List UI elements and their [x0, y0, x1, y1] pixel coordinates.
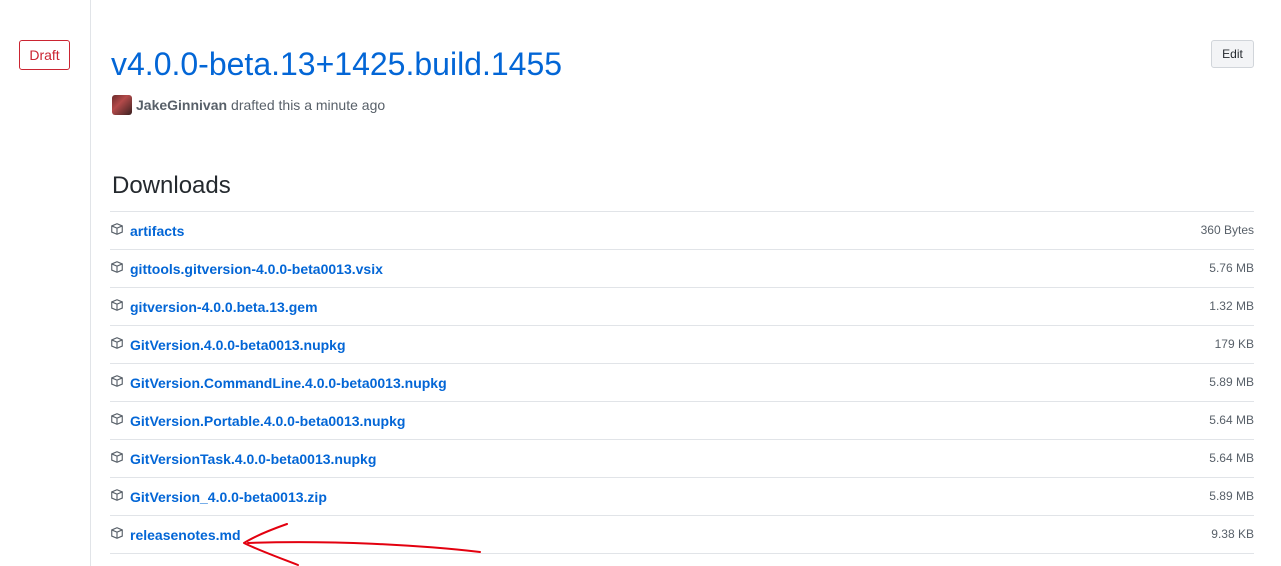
asset-size: 5.64 MB [1209, 413, 1254, 427]
asset-row: GitVersion.4.0.0-beta0013.nupkg 179 KB [110, 326, 1254, 364]
release-byline: JakeGinnivan drafted this a minute ago [112, 95, 385, 115]
asset-row: GitVersion_4.0.0-beta0013.zip 5.89 MB [110, 478, 1254, 516]
package-icon [111, 527, 123, 539]
package-icon [111, 489, 123, 501]
assets-list: artifacts 360 Bytes gittools.gitversion-… [110, 211, 1254, 554]
asset-link[interactable]: artifacts [130, 222, 184, 240]
draft-badge: Draft [19, 40, 70, 70]
author-link[interactable]: JakeGinnivan [136, 97, 227, 113]
asset-size: 360 Bytes [1200, 223, 1254, 237]
package-icon [111, 413, 123, 425]
edit-button[interactable]: Edit [1211, 40, 1254, 68]
release-title[interactable]: v4.0.0-beta.13+1425.build.1455 [111, 44, 562, 84]
asset-link[interactable]: GitVersion.CommandLine.4.0.0-beta0013.nu… [130, 374, 447, 392]
asset-size: 1.32 MB [1209, 299, 1254, 313]
package-icon [111, 451, 123, 463]
package-icon [111, 337, 123, 349]
asset-link[interactable]: GitVersion.Portable.4.0.0-beta0013.nupkg [130, 412, 405, 430]
asset-size: 5.89 MB [1209, 375, 1254, 389]
release-status-text: drafted this a minute ago [231, 97, 386, 113]
asset-row: gittools.gitversion-4.0.0-beta0013.vsix … [110, 250, 1254, 288]
asset-row: GitVersion.CommandLine.4.0.0-beta0013.nu… [110, 364, 1254, 402]
package-icon [111, 375, 123, 387]
package-icon [111, 223, 123, 235]
asset-size: 5.64 MB [1209, 451, 1254, 465]
asset-link[interactable]: GitVersionTask.4.0.0-beta0013.nupkg [130, 450, 376, 468]
timeline-line [90, 0, 91, 566]
asset-size: 5.76 MB [1209, 261, 1254, 275]
asset-size: 5.89 MB [1209, 489, 1254, 503]
package-icon [111, 261, 123, 273]
asset-link[interactable]: gitversion-4.0.0.beta.13.gem [130, 298, 318, 316]
asset-link[interactable]: releasenotes.md [130, 526, 241, 544]
asset-link[interactable]: GitVersion_4.0.0-beta0013.zip [130, 488, 327, 506]
asset-link[interactable]: GitVersion.4.0.0-beta0013.nupkg [130, 336, 346, 354]
asset-row: GitVersion.Portable.4.0.0-beta0013.nupkg… [110, 402, 1254, 440]
asset-row: gitversion-4.0.0.beta.13.gem 1.32 MB [110, 288, 1254, 326]
asset-link[interactable]: gittools.gitversion-4.0.0-beta0013.vsix [130, 260, 383, 278]
avatar[interactable] [112, 95, 132, 115]
package-icon [111, 299, 123, 311]
asset-row: releasenotes.md 9.38 KB [110, 516, 1254, 554]
asset-row: GitVersionTask.4.0.0-beta0013.nupkg 5.64… [110, 440, 1254, 478]
downloads-heading: Downloads [112, 172, 231, 199]
asset-size: 179 KB [1214, 337, 1254, 351]
asset-size: 9.38 KB [1211, 527, 1254, 541]
asset-row: artifacts 360 Bytes [110, 212, 1254, 250]
